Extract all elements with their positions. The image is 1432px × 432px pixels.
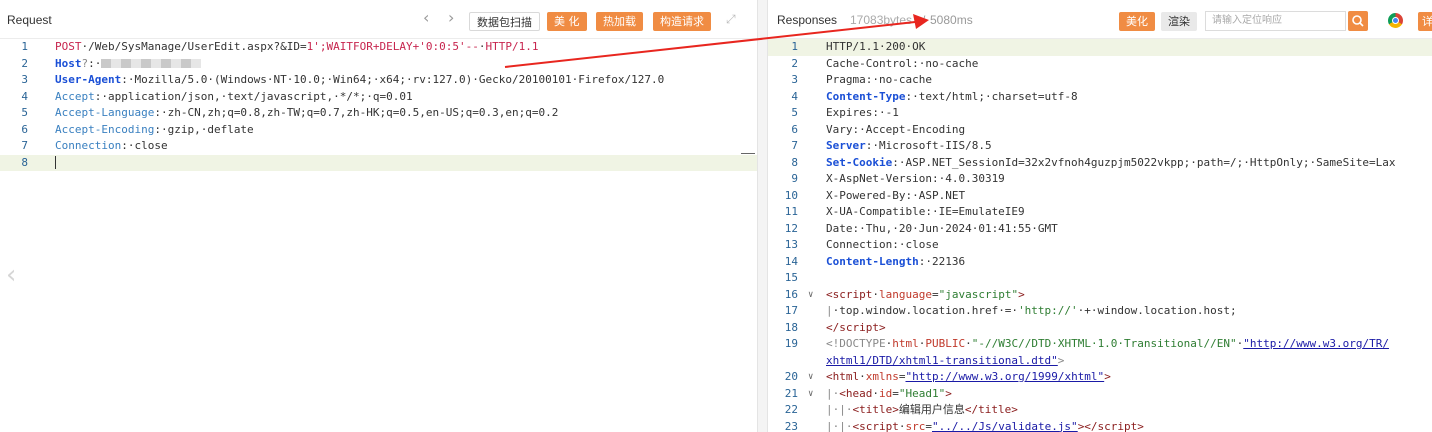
annotation-arrow xyxy=(504,14,929,68)
